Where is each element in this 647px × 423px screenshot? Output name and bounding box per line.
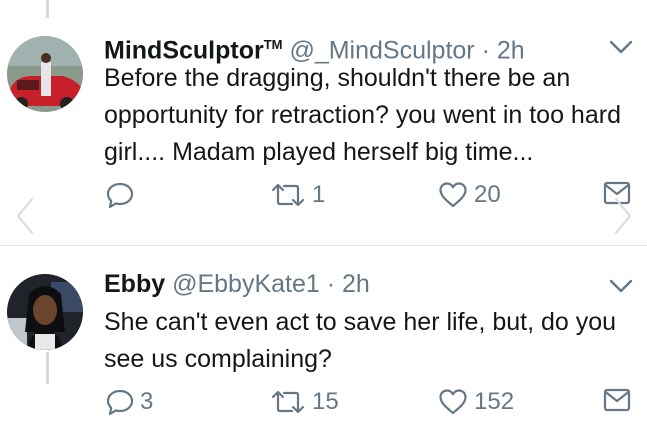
chevron-left-icon[interactable]	[14, 196, 36, 236]
chevron-down-icon[interactable]	[609, 38, 633, 56]
chevron-down-icon[interactable]	[609, 277, 633, 295]
reply-icon	[106, 181, 134, 209]
timestamp[interactable]: 2h	[342, 270, 370, 298]
retweet-count: 15	[312, 388, 339, 415]
tweet[interactable]: MindSculptorTM @_MindSculptor · 2h Befor…	[0, 0, 647, 246]
reply-count: 3	[140, 388, 154, 415]
retweet-button[interactable]: 15	[270, 388, 339, 416]
reply-button[interactable]: 3	[106, 388, 153, 416]
like-count: 20	[474, 181, 501, 208]
chevron-right-icon[interactable]	[612, 196, 634, 236]
tweet-text: She can't even act to save her life, but…	[104, 308, 617, 373]
envelope-icon	[603, 388, 631, 412]
tweet-header: Ebby @EbbyKate1 · 2h	[104, 269, 370, 299]
retweet-button[interactable]: 1	[270, 181, 325, 209]
tweet-actions: 3 15 152	[0, 388, 647, 423]
retweet-icon	[270, 182, 306, 208]
like-count: 152	[474, 388, 515, 415]
like-button[interactable]: 20	[438, 181, 501, 209]
user-handle[interactable]: @EbbyKate1	[172, 270, 320, 298]
like-button[interactable]: 152	[438, 388, 514, 416]
trademark-mark: TM	[263, 37, 283, 52]
heart-icon	[438, 181, 468, 209]
tweet-text: Before the dragging, shouldn't there be …	[104, 64, 621, 166]
heart-icon	[438, 388, 468, 416]
retweet-icon	[270, 389, 306, 415]
direct-message-button[interactable]	[603, 388, 631, 412]
display-name[interactable]: Ebby	[104, 270, 165, 298]
thread-connector-bottom	[46, 352, 49, 384]
avatar[interactable]	[7, 274, 83, 350]
retweet-count: 1	[312, 181, 326, 208]
reply-icon	[106, 388, 134, 416]
tweet-thread: MindSculptorTM @_MindSculptor · 2h Befor…	[0, 0, 647, 423]
avatar[interactable]	[7, 36, 83, 112]
tweet-actions: 1 20	[0, 181, 647, 217]
reply-button[interactable]	[106, 181, 140, 209]
separator-dot: ·	[326, 270, 336, 298]
tweet[interactable]: Ebby @EbbyKate1 · 2h She can't even act …	[0, 246, 647, 423]
